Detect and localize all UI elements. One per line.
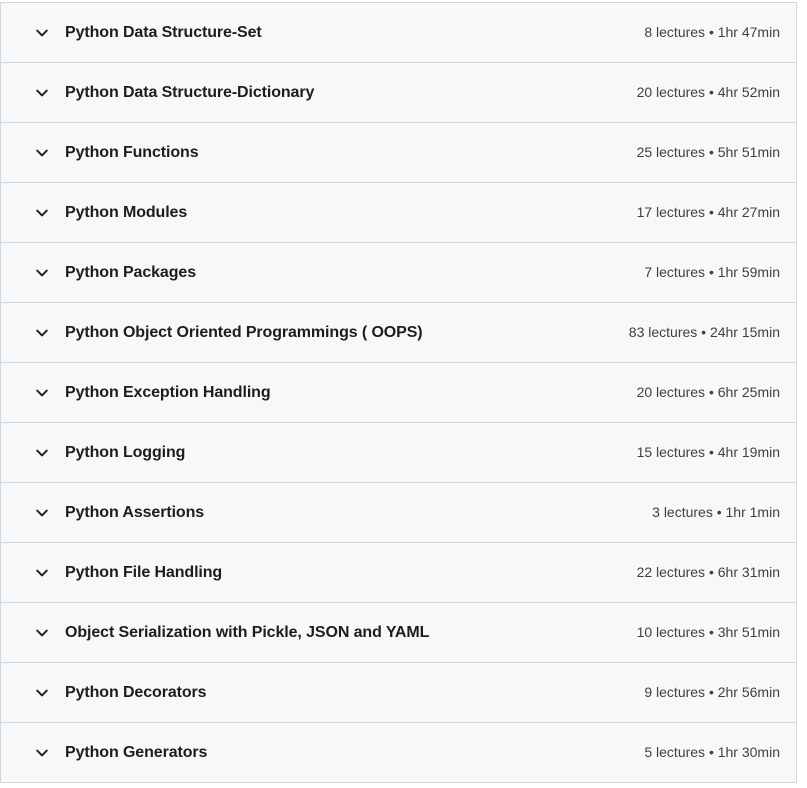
section-title: Python Decorators [65, 683, 207, 701]
section-title: Python Object Oriented Programmings ( OO… [65, 323, 423, 341]
section-title: Python Assertions [65, 503, 205, 521]
section-meta: 8 lectures • 1hr 47min [644, 24, 780, 41]
section-title: Python Functions [65, 143, 199, 161]
chevron-down-icon[interactable] [30, 141, 54, 165]
section-title: Object Serialization with Pickle, JSON a… [65, 623, 430, 641]
chevron-down-icon[interactable] [30, 201, 54, 225]
section-meta: 7 lectures • 1hr 59min [644, 264, 780, 281]
curriculum-section-row[interactable]: Python Logging 15 lectures • 4hr 19min [1, 423, 796, 483]
chevron-down-icon[interactable] [30, 561, 54, 585]
curriculum-section-row[interactable]: Python Functions 25 lectures • 5hr 51min [1, 123, 796, 183]
chevron-down-icon[interactable] [30, 261, 54, 285]
chevron-down-icon[interactable] [30, 381, 54, 405]
section-meta: 10 lectures • 3hr 51min [636, 624, 780, 641]
section-title: Python File Handling [65, 563, 223, 581]
section-meta: 20 lectures • 6hr 25min [636, 384, 780, 401]
curriculum-section-row[interactable]: Python Exception Handling 20 lectures • … [1, 363, 796, 423]
curriculum-section-row[interactable]: Python Packages 7 lectures • 1hr 59min [1, 243, 796, 303]
section-meta: 83 lectures • 24hr 15min [628, 324, 780, 341]
section-title: Python Data Structure-Set [65, 23, 262, 41]
curriculum-section-row[interactable]: Python Data Structure-Dictionary 20 lect… [1, 63, 796, 123]
chevron-down-icon[interactable] [30, 81, 54, 105]
chevron-down-icon[interactable] [30, 501, 54, 525]
section-meta: 20 lectures • 4hr 52min [636, 84, 780, 101]
curriculum-section-row[interactable]: Python Modules 17 lectures • 4hr 27min [1, 183, 796, 243]
curriculum-section-row[interactable]: Object Serialization with Pickle, JSON a… [1, 603, 796, 663]
chevron-down-icon[interactable] [30, 441, 54, 465]
section-title: Python Modules [65, 203, 188, 221]
section-meta: 5 lectures • 1hr 30min [644, 744, 780, 761]
section-title: Python Packages [65, 263, 197, 281]
curriculum-section-row[interactable]: Python File Handling 22 lectures • 6hr 3… [1, 543, 796, 603]
chevron-down-icon[interactable] [30, 621, 54, 645]
section-title: Python Logging [65, 443, 186, 461]
section-title: Python Generators [65, 743, 208, 761]
chevron-down-icon[interactable] [30, 681, 54, 705]
section-meta: 15 lectures • 4hr 19min [636, 444, 780, 461]
curriculum-section-row[interactable]: Python Generators 5 lectures • 1hr 30min [1, 723, 796, 783]
curriculum-section-row[interactable]: Python Data Structure-Set 8 lectures • 1… [1, 3, 796, 63]
chevron-down-icon[interactable] [30, 741, 54, 765]
curriculum-section-row[interactable]: Python Object Oriented Programmings ( OO… [1, 303, 796, 363]
curriculum-section-row[interactable]: Python Assertions 3 lectures • 1hr 1min [1, 483, 796, 543]
section-title: Python Data Structure-Dictionary [65, 83, 315, 101]
curriculum-accordion: Python Data Structure-Set 8 lectures • 1… [0, 2, 797, 783]
course-curriculum: Python Data Structure-Set 8 lectures • 1… [0, 0, 807, 788]
section-meta: 9 lectures • 2hr 56min [644, 684, 780, 701]
chevron-down-icon[interactable] [30, 321, 54, 345]
section-meta: 25 lectures • 5hr 51min [636, 144, 780, 161]
chevron-down-icon[interactable] [30, 21, 54, 45]
curriculum-section-row[interactable]: Python Decorators 9 lectures • 2hr 56min [1, 663, 796, 723]
section-meta: 22 lectures • 6hr 31min [636, 564, 780, 581]
section-meta: 17 lectures • 4hr 27min [636, 204, 780, 221]
section-meta: 3 lectures • 1hr 1min [652, 504, 780, 521]
section-title: Python Exception Handling [65, 383, 271, 401]
